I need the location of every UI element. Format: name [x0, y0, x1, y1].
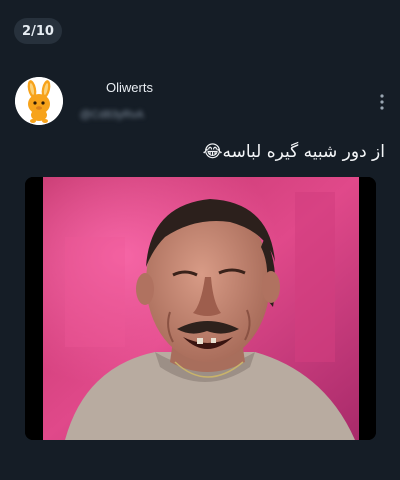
vertical-dots-icon [380, 94, 384, 110]
post-text: از دور شبیه گیره لباسه😂 [202, 142, 385, 162]
image-counter-label: 2/10 [22, 23, 54, 39]
author-name[interactable]: Oliwerts [106, 80, 153, 95]
more-options-button[interactable] [374, 93, 390, 111]
author-handle: @Cd83yRvA [80, 109, 144, 121]
image-counter-badge: 2/10 [14, 18, 62, 44]
author-avatar[interactable] [15, 77, 63, 125]
orange-bunny-icon [15, 77, 63, 125]
laughing-man-photo [25, 177, 376, 440]
post-media[interactable] [25, 177, 376, 440]
media-viewer: 2/10 Oliwerts @Cd83yRvA از دور شبیه گیره… [0, 0, 400, 480]
